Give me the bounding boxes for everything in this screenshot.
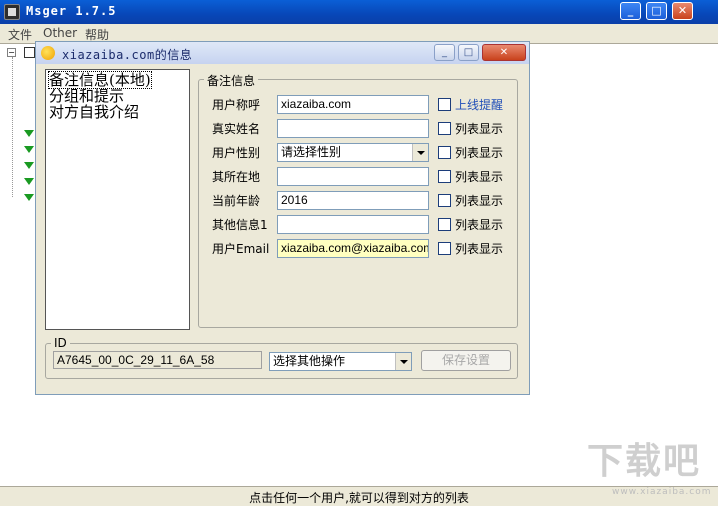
tree-node-checkbox[interactable]: [24, 47, 35, 58]
gender-list-label[interactable]: 列表显示: [455, 144, 503, 161]
contact-status-icon[interactable]: [24, 194, 34, 201]
email-list-label[interactable]: 列表显示: [455, 240, 503, 257]
dialog-maximize-button[interactable]: □: [458, 44, 479, 61]
main-window-title: Msger 1.7.5: [26, 4, 117, 18]
location-list-label[interactable]: 列表显示: [455, 168, 503, 185]
contact-status-icon[interactable]: [24, 146, 34, 153]
dialog-title: xiazaiba.com的信息: [62, 48, 193, 62]
save-settings-button[interactable]: 保存设置: [421, 350, 511, 371]
operation-select-value: 选择其他操作: [273, 354, 346, 368]
tree-line: [12, 57, 13, 197]
gender-select-value: 请选择性别: [281, 145, 342, 159]
realname-list-label[interactable]: 列表显示: [455, 120, 503, 137]
user-info-dialog: xiazaiba.com的信息 _ □ ✕ 备注信息(本地) 分组和提示 对方自…: [35, 41, 530, 395]
field-label-realname: 真实姓名: [212, 122, 261, 136]
watermark-url: www.xiazaiba.com: [612, 487, 712, 497]
main-title-bar[interactable]: Msger 1.7.5 _ □ ✕: [0, 0, 718, 24]
online-alert-checkbox[interactable]: [438, 98, 451, 111]
other-info-list-label[interactable]: 列表显示: [455, 216, 503, 233]
age-input[interactable]: 2016: [277, 191, 429, 210]
app-icon: [4, 4, 20, 20]
notes-group-title: 备注信息: [204, 72, 259, 89]
contact-status-icon[interactable]: [24, 178, 34, 185]
location-list-checkbox[interactable]: [438, 170, 451, 183]
category-list[interactable]: 备注信息(本地) 分组和提示 对方自我介绍: [45, 69, 190, 330]
dialog-app-icon: [41, 46, 55, 60]
online-alert-label[interactable]: 上线提醒: [455, 96, 503, 113]
maximize-button[interactable]: □: [646, 2, 667, 20]
other-info-list-checkbox[interactable]: [438, 218, 451, 231]
gender-list-checkbox[interactable]: [438, 146, 451, 159]
category-item-groups[interactable]: 分组和提示: [49, 88, 124, 104]
category-item-intro[interactable]: 对方自我介绍: [49, 104, 139, 120]
contact-status-icon[interactable]: [24, 162, 34, 169]
email-list-checkbox[interactable]: [438, 242, 451, 255]
field-label-other-info: 其他信息1: [212, 218, 268, 232]
minimize-button[interactable]: _: [620, 2, 641, 20]
contact-status-icon[interactable]: [24, 130, 34, 137]
age-list-checkbox[interactable]: [438, 194, 451, 207]
chevron-down-icon[interactable]: [395, 353, 411, 370]
field-label-nickname: 用户称呼: [212, 98, 261, 112]
tree-expand-icon[interactable]: −: [7, 48, 16, 57]
other-info-input[interactable]: [277, 215, 429, 234]
chevron-down-icon[interactable]: [412, 144, 428, 161]
realname-list-checkbox[interactable]: [438, 122, 451, 135]
gender-select[interactable]: 请选择性别: [277, 143, 429, 162]
dialog-minimize-button[interactable]: _: [434, 44, 455, 61]
menu-file[interactable]: 文件: [8, 26, 32, 43]
field-label-email: 用户Email: [212, 242, 270, 256]
watermark-logo: 下载吧: [586, 441, 701, 482]
operation-select[interactable]: 选择其他操作: [269, 352, 412, 371]
field-label-age: 当前年龄: [212, 194, 261, 208]
nickname-input[interactable]: xiazaiba.com: [277, 95, 429, 114]
realname-input[interactable]: [277, 119, 429, 138]
dialog-title-bar[interactable]: xiazaiba.com的信息 _ □ ✕: [36, 42, 529, 64]
email-field[interactable]: xiazaiba.com@xiazaiba.com: [277, 239, 429, 258]
field-label-location: 其所在地: [212, 170, 261, 184]
field-label-gender: 用户性别: [212, 146, 261, 160]
id-group-title: ID: [51, 336, 70, 350]
location-input[interactable]: [277, 167, 429, 186]
dialog-close-button[interactable]: ✕: [482, 44, 526, 61]
age-list-label[interactable]: 列表显示: [455, 192, 503, 209]
menu-other[interactable]: Other: [43, 26, 77, 40]
id-value-field: A7645_00_0C_29_11_6A_58: [53, 351, 262, 369]
category-item-notes[interactable]: 备注信息(本地): [48, 71, 152, 89]
close-button[interactable]: ✕: [672, 2, 693, 20]
